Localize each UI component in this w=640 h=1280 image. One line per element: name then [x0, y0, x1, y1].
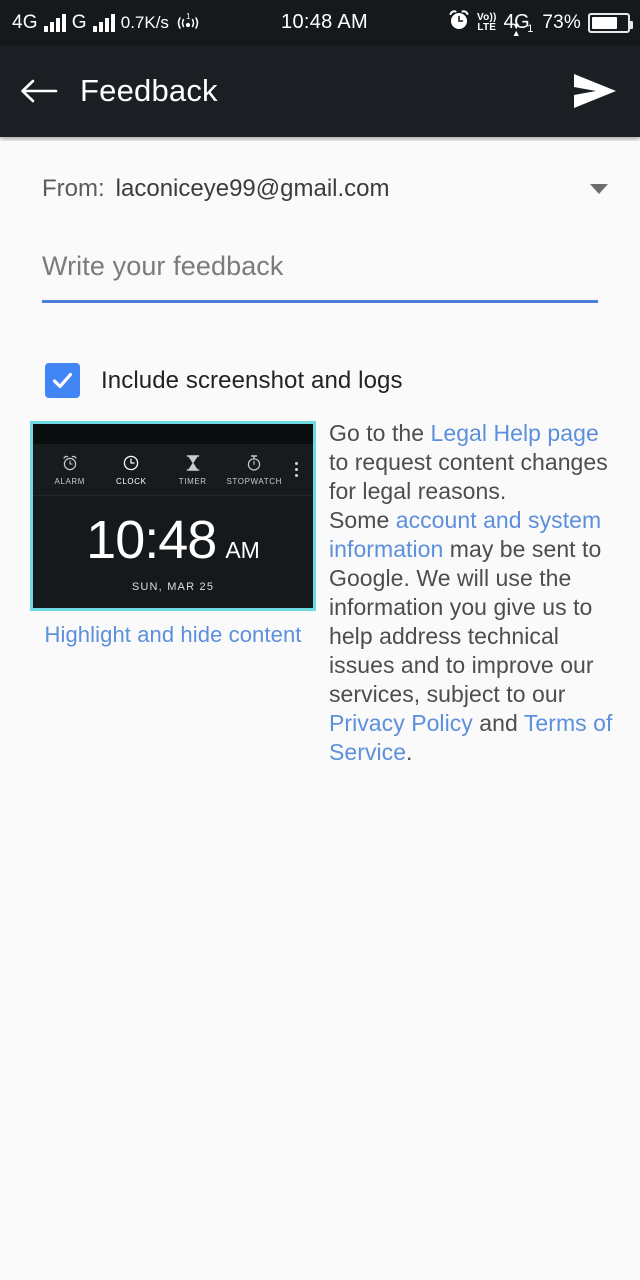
battery-icon — [588, 12, 633, 33]
thumb-tab-stopwatch: STOPWATCH — [224, 454, 286, 486]
svg-text:1: 1 — [186, 12, 191, 21]
page-title: Feedback — [80, 73, 218, 108]
send-button[interactable] — [548, 45, 640, 137]
hotspot-icon: 1 — [175, 12, 201, 34]
thumb-time-row: 10:48 AM — [86, 513, 260, 567]
privacy-policy-link[interactable]: Privacy Policy — [329, 710, 473, 736]
feedback-input[interactable]: Write your feedback — [42, 251, 598, 282]
legal-part-5: and — [472, 710, 524, 736]
thumb-date: SUN, MAR 25 — [131, 581, 215, 593]
highlight-and-hide-link[interactable]: Highlight and hide content — [30, 622, 316, 648]
back-button[interactable] — [0, 45, 76, 137]
sim-index-label: 1 — [527, 22, 534, 35]
thumb-tab-label: STOPWATCH — [226, 476, 282, 486]
status-bar: 4G G 0.7K/s 1 10:48 AM Vo)) LTE 4G ▼ ▲ 1… — [0, 0, 640, 45]
thumb-tab-label: CLOCK — [115, 476, 147, 486]
app-toolbar: Feedback — [0, 45, 640, 137]
legal-part-1: Go to the — [329, 420, 431, 446]
clock-icon — [124, 455, 139, 470]
stopwatch-icon — [248, 454, 261, 471]
network-type-1: 4G — [12, 12, 38, 33]
thumb-time-ampm: AM — [225, 537, 260, 563]
include-screenshot-row[interactable]: Include screenshot and logs — [45, 363, 403, 398]
signal-bars-2-icon — [92, 13, 115, 32]
legal-part-2: to request content changes for legal rea… — [329, 449, 608, 504]
data-rate-indicator: 0.7K/s — [120, 13, 169, 32]
include-screenshot-checkbox[interactable] — [45, 363, 80, 398]
back-arrow-icon — [21, 79, 58, 103]
screenshot-preview-thumbnail[interactable]: ALARM CLOCK TIMER STOPWATCH 10:48 AM SUN… — [30, 421, 316, 611]
feedback-input-underline — [42, 300, 598, 303]
from-account-row[interactable]: From: laconiceye99@gmail.com — [42, 168, 612, 210]
legal-help-page-link[interactable]: Legal Help page — [431, 420, 599, 446]
battery-percent-label: 73% — [542, 12, 581, 33]
include-screenshot-label: Include screenshot and logs — [101, 366, 403, 394]
thumb-status-bar — [33, 424, 313, 444]
thumb-tab-label: ALARM — [54, 476, 86, 486]
status-bar-clock: 10:48 AM — [281, 11, 368, 33]
sim-network-indicator: 4G ▼ ▲ 1 — [503, 11, 534, 38]
chevron-down-icon[interactable] — [586, 176, 612, 202]
status-bar-left: 4G G 0.7K/s 1 — [12, 12, 201, 34]
send-icon — [574, 74, 616, 108]
status-bar-right: Vo)) LTE 4G ▼ ▲ 1 73% — [448, 9, 633, 38]
hourglass-icon — [186, 454, 200, 471]
network-type-2: G — [71, 12, 87, 33]
legal-part-6: . — [406, 739, 413, 765]
legal-text-block: Go to the Legal Help page to request con… — [329, 419, 614, 767]
alarm-clock-icon — [448, 9, 470, 36]
thumb-tab-label: TIMER — [178, 476, 207, 486]
more-vert-icon — [285, 462, 307, 477]
feedback-input-wrapper[interactable]: Write your feedback — [42, 251, 598, 303]
signal-bars-1-icon — [43, 13, 66, 32]
screenshot-preview-column: ALARM CLOCK TIMER STOPWATCH 10:48 AM SUN… — [30, 421, 316, 648]
feedback-content: From: laconiceye99@gmail.com Write your … — [0, 141, 640, 1280]
volte-icon: Vo)) LTE — [477, 11, 497, 33]
check-icon — [52, 372, 73, 389]
thumb-tab-bar: ALARM CLOCK TIMER STOPWATCH — [33, 444, 313, 496]
alarm-icon — [63, 455, 77, 470]
volte-bottom: LTE — [477, 21, 497, 33]
from-email-value: laconiceye99@gmail.com — [115, 175, 390, 202]
status-bar-center: 10:48 AM — [201, 11, 448, 34]
thumb-time: 10:48 — [86, 510, 217, 570]
thumb-tab-alarm: ALARM — [39, 454, 101, 486]
volte-top: Vo)) — [477, 11, 497, 23]
feedback-screen: 4G G 0.7K/s 1 10:48 AM Vo)) LTE 4G ▼ ▲ 1… — [0, 0, 640, 1280]
thumb-tab-timer: TIMER — [162, 454, 224, 486]
thumb-tab-clock: CLOCK — [101, 454, 163, 486]
legal-part-3: Some — [329, 507, 396, 533]
thumb-clock-face: 10:48 AM SUN, MAR 25 — [33, 496, 313, 608]
from-label: From: — [42, 175, 105, 202]
